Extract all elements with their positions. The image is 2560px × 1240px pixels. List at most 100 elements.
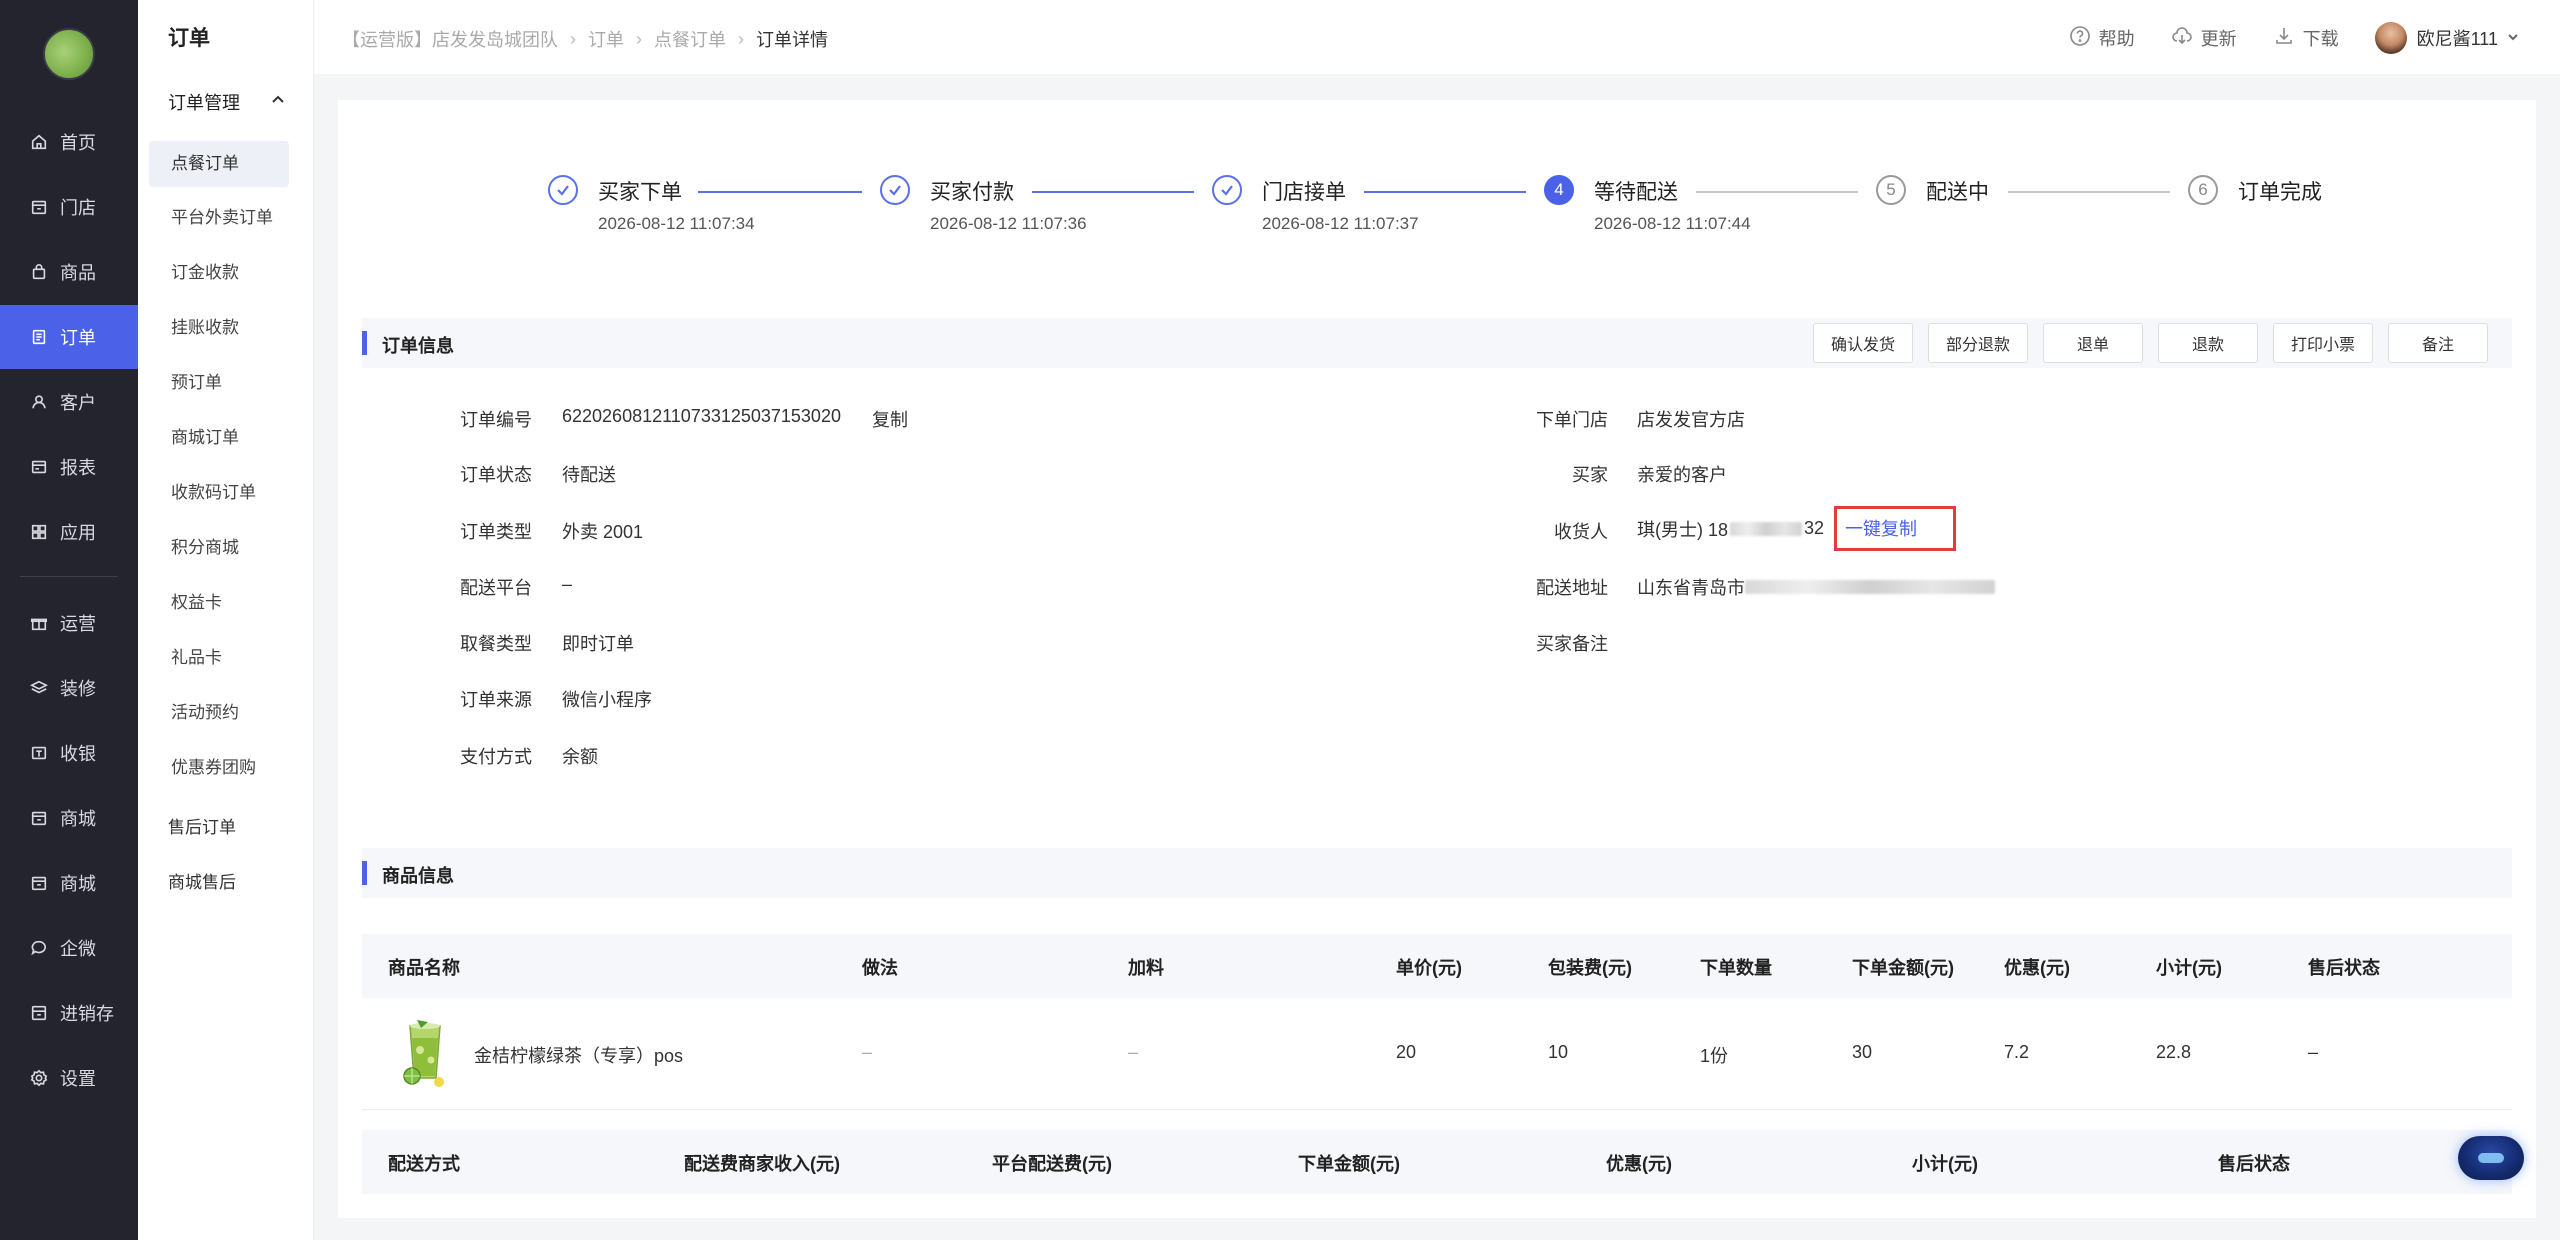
nav-item-cashier[interactable]: 收银 [0,721,138,785]
step-label: 买家付款 [930,181,1014,204]
unit-price: 20 [1396,1042,1417,1062]
step-number: 6 [2188,175,2218,205]
assistant-bot-button[interactable] [2458,1136,2524,1180]
nav-item-wecom[interactable]: 企微 [0,916,138,980]
nav-item-settings[interactable]: 设置 [0,1046,138,1110]
sub-item-deposit[interactable]: 订金收款 [149,250,289,296]
nav-item-order[interactable]: 订单 [0,305,138,369]
sub-item-coupon-group[interactable]: 优惠券团购 [149,745,289,791]
info-value: 余额 [562,747,598,767]
subtotal: 22.8 [2156,1042,2192,1062]
sub-item-after-sale[interactable]: 售后订单 [168,805,236,851]
step-time: 2026-08-12 11:07:44 [1594,214,1751,233]
help-button[interactable]: 帮助 [2069,25,2135,52]
user-menu[interactable]: 欧尼酱111 [2374,22,2520,54]
info-receiver-value: 琪(男士) 18 32 一键复制 [1637,506,1957,551]
nav-label: 进销存 [60,1004,114,1024]
sub-item-activity-booking[interactable]: 活动预约 [149,690,289,736]
breadcrumb-item[interactable]: 【运营版】店发发岛城团队 [342,26,558,52]
cloud-download-icon [2171,25,2201,52]
nav-item-report[interactable]: 报表 [0,435,138,499]
column-header: 下单金额(元) [1298,1154,1400,1174]
cashier-icon [30,744,48,762]
column-header: 加料 [1128,958,1164,978]
info-order-source: 订单来源 [338,686,532,710]
nav-label: 门店 [60,198,96,218]
confirm-ship-button[interactable]: 确认发货 [1813,323,1913,363]
help-icon [2069,25,2099,52]
info-delivery-address: 配送地址 [338,574,1608,598]
step-label: 订单完成 [2238,181,2322,204]
section-accent [362,331,367,355]
buyer-link[interactable]: 亲爱的客户 [1637,461,1727,487]
check-icon [548,175,578,205]
partial-refund-button[interactable]: 部分退款 [1928,323,2028,363]
order-progress-steps: 买家下单 2026-08-12 11:07:34 买家付款 2026-08-12… [548,172,2322,252]
top-header: 【运营版】店发发岛城团队 › 订单 › 点餐订单 › 订单详情 帮助 更新 下载… [314,0,2560,74]
one-click-copy-highlight: 一键复制 [1834,506,1957,551]
sub-item-platform-takeout[interactable]: 平台外卖订单 [149,195,289,241]
sub-item-qrcode-order[interactable]: 收款码订单 [149,470,289,516]
nav-item-inventory[interactable]: 进销存 [0,981,138,1045]
nav-item-store[interactable]: 门店 [0,175,138,239]
info-key: 买家 [1572,465,1608,485]
nav-label: 运营 [60,614,96,634]
step-connector [2008,191,2170,193]
update-button[interactable]: 更新 [2171,25,2237,52]
download-button[interactable]: 下载 [2273,25,2339,52]
store-link[interactable]: 店发发官方店 [1637,406,1745,432]
info-receiver: 收货人 [338,518,1608,542]
column-header: 做法 [862,958,898,978]
breadcrumb-item[interactable]: 订单 [588,26,624,52]
order-icon [30,328,48,346]
sub-item-mall-order[interactable]: 商城订单 [149,415,289,461]
info-key: 订单来源 [460,690,532,710]
column-header: 小计(元) [1912,1154,1978,1174]
home-icon [30,133,48,151]
column-header: 商品名称 [388,958,460,978]
sub-item-preorder[interactable]: 预订单 [149,360,289,406]
quantity: 1份 [1700,1046,1729,1066]
breadcrumb-separator: › [636,28,642,49]
nav-item-decorate[interactable]: 装修 [0,656,138,720]
nav-label: 商城 [60,874,96,894]
nav-item-customer[interactable]: 客户 [0,370,138,434]
step-time: 2026-08-12 11:07:36 [930,214,1087,233]
step-label: 门店接单 [1262,181,1346,204]
nav-item-home[interactable]: 首页 [0,110,138,174]
nav-label: 订单 [60,328,96,348]
order-amount: 30 [1852,1042,1873,1062]
sub-item-dine-order[interactable]: 点餐订单 [149,141,289,187]
breadcrumb-separator: › [570,28,576,49]
sub-item-mall-after-sale[interactable]: 商城售后 [168,860,236,906]
nav-item-mall-2[interactable]: 商城 [0,851,138,915]
breadcrumb-item[interactable]: 点餐订单 [654,26,726,52]
sub-menu-group-order-management[interactable]: 订单管理 [168,89,286,115]
discount: 7.2 [2004,1042,2030,1062]
mall-icon [30,809,48,827]
nav-item-mall[interactable]: 商城 [0,786,138,850]
step-label: 买家下单 [598,181,682,204]
cancel-order-button[interactable]: 退单 [2043,323,2143,363]
sub-item-credit[interactable]: 挂账收款 [149,305,289,351]
product-image [390,1016,460,1092]
download-label: 下载 [2302,29,2339,49]
info-payment-method: 支付方式 [338,743,532,767]
mall-icon [30,874,48,892]
nav-label: 装修 [60,679,96,699]
print-receipt-button[interactable]: 打印小票 [2273,323,2373,363]
user-icon [30,393,48,411]
breadcrumb: 【运营版】店发发岛城团队 › 订单 › 点餐订单 › 订单详情 [342,26,838,52]
one-click-copy-link[interactable]: 一键复制 [1845,519,1917,539]
remark-button[interactable]: 备注 [2388,323,2488,363]
nav-item-goods[interactable]: 商品 [0,240,138,304]
sub-item-points-mall[interactable]: 积分商城 [149,525,289,571]
column-header: 优惠(元) [1606,1154,1672,1174]
column-header: 下单数量 [1700,958,1772,978]
sub-item-gift-card[interactable]: 礼品卡 [149,635,289,681]
nav-item-operation[interactable]: 运营 [0,591,138,655]
nav-item-apps[interactable]: 应用 [0,500,138,564]
brand-logo[interactable] [43,28,95,80]
refund-button[interactable]: 退款 [2158,323,2258,363]
sub-item-benefit-card[interactable]: 权益卡 [149,580,289,626]
